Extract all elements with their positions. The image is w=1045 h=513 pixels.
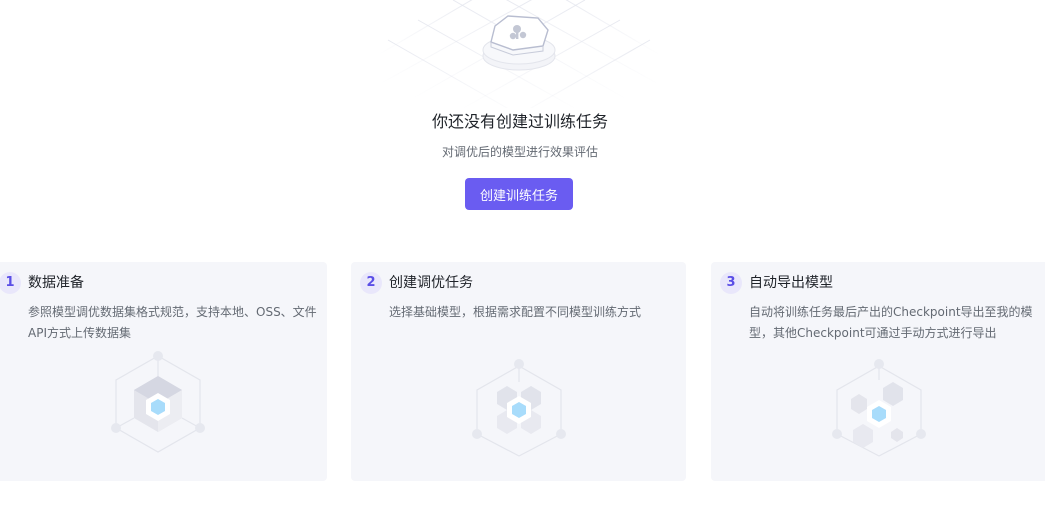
step-number-badge: 1 xyxy=(0,272,21,294)
data-cube-illustration xyxy=(98,350,218,462)
step-card-create-tuning-task: 2 创建调优任务 选择基础模型，根据需求配置不同模型训练方式 xyxy=(351,262,686,481)
step-title: 数据准备 xyxy=(28,275,84,291)
empty-state-illustration xyxy=(377,0,661,121)
step-title: 创建调优任务 xyxy=(389,275,473,291)
empty-state-title: 你还没有创建过训练任务 xyxy=(431,112,608,131)
step-card-data-preparation: 1 数据准备 参照模型调优数据集格式规范，支持本地、OSS、文件API方式上传数… xyxy=(0,262,327,481)
step-description: 参照模型调优数据集格式规范，支持本地、OSS、文件API方式上传数据集 xyxy=(28,305,317,340)
step-card-auto-export-model: 3 自动导出模型 自动将训练任务最后产出的Checkpoint导出至我的模型，其… xyxy=(711,262,1045,481)
create-training-task-button[interactable]: 创建训练任务 xyxy=(465,178,573,210)
step-description: 自动将训练任务最后产出的Checkpoint导出至我的模型，其他Checkpoi… xyxy=(749,305,1033,340)
tuning-cube-illustration xyxy=(459,350,579,462)
step-title: 自动导出模型 xyxy=(749,275,833,291)
step-description: 选择基础模型，根据需求配置不同模型训练方式 xyxy=(389,305,642,319)
step-number-badge: 2 xyxy=(360,272,382,294)
step-number-badge: 3 xyxy=(720,272,742,294)
training-task-page: 你还没有创建过训练任务 对调优后的模型进行效果评估 创建训练任务 1 数据准备 … xyxy=(0,0,1045,513)
export-cube-illustration xyxy=(819,350,939,462)
empty-state-subtitle: 对调优后的模型进行效果评估 xyxy=(441,145,598,159)
